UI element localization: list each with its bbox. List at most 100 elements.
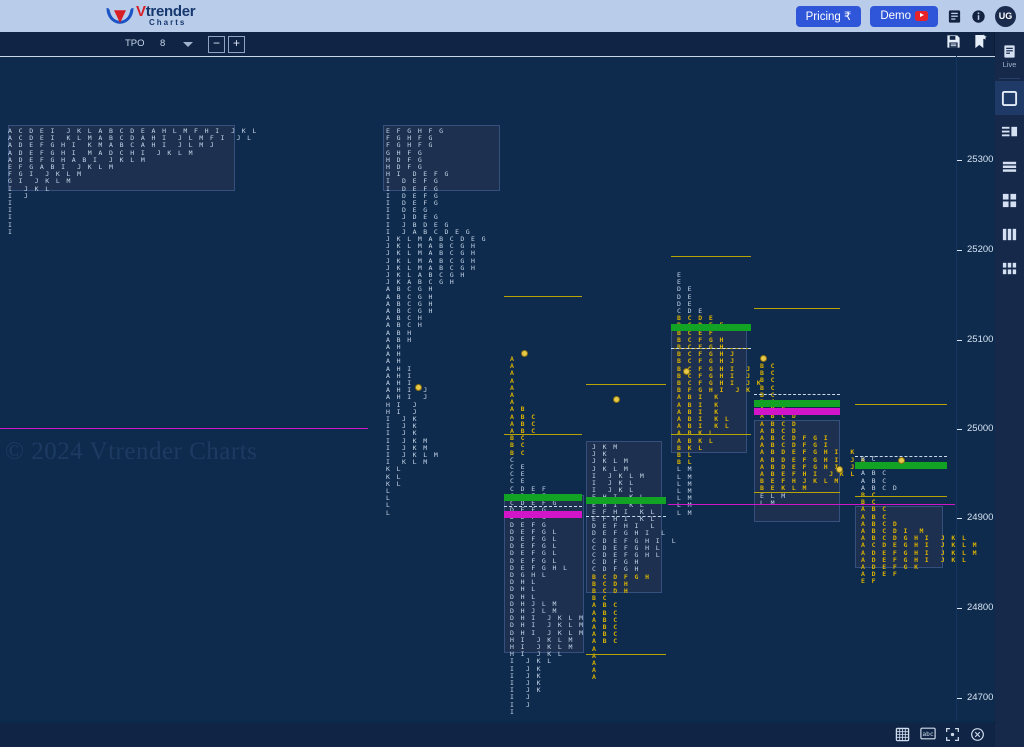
sidebar-divider [999,78,1020,79]
poc-marker [760,355,767,362]
crosshair-icon[interactable] [945,727,961,743]
sidebar-item-single-layout[interactable] [995,81,1024,115]
price-tick [957,698,962,699]
brand-logo[interactable]: Vtrender Charts [105,2,225,30]
poc-marker [683,368,690,375]
tpo-row: L [386,508,392,517]
chart-toolbar [0,32,995,57]
profile-range-line [671,256,751,257]
bottom-status-bar: abc [0,723,995,747]
tpo-row: I [8,227,14,236]
grid-icon[interactable] [895,727,911,743]
sidebar-item-grid4-layout[interactable] [995,183,1024,217]
settings-circle-icon[interactable] [970,727,986,743]
profile-range-line [504,296,582,297]
value-area-band-vah [586,497,666,504]
axis-tick [851,56,852,57]
price-tick [957,518,962,519]
poc-marker [836,466,843,473]
profile-range-line [754,308,840,309]
live-panel-icon [1004,44,1015,58]
price-tick [957,160,962,161]
tpo-value: 8 [160,38,166,49]
price-label-25300: 25300 [967,154,994,165]
columns3-layout-icon [1002,228,1017,240]
bookmark-icon[interactable] [973,34,988,51]
poc-reference-line-right [668,504,955,505]
grid6-layout-icon [1002,262,1017,274]
list-icon[interactable] [947,8,962,24]
price-axis[interactable]: 25300 25200 25100 25000 24900 24800 24700 [957,56,995,721]
app-root: Vtrender Charts Pricing ₹ Demo UG TPO 8 [0,0,1024,747]
avatar[interactable]: UG [995,5,1016,27]
profile-range-line [855,496,947,497]
axis-tick [585,56,586,57]
initial-balance-line [504,506,582,507]
poc-marker [613,396,620,403]
sidebar-item-columns3-layout[interactable] [995,217,1024,251]
split-layout-icon [1001,126,1018,136]
initial-balance-line [671,348,751,349]
value-area-band-vah [754,400,840,407]
chevron-down-icon[interactable] [183,42,193,47]
axis-tick [668,56,669,57]
watermark: © 2024 Vtrender Charts [5,438,258,465]
date-axis-line [0,56,995,57]
profile-range-line [586,654,666,655]
toolbar-right-actions [946,34,988,51]
initial-balance-line [754,394,840,395]
axis-tick [381,56,382,57]
tpo-row: A [592,673,598,682]
poc-reference-line-left [0,428,368,429]
chart-canvas[interactable]: 5D: 16-09...20-09-20245D: 23-09...27-09-… [0,56,995,721]
price-label-25000: 25000 [967,423,994,434]
sidebar-item-rows-layout[interactable] [995,149,1024,183]
price-label-24900: 24900 [967,512,994,523]
tpo-row: E F [861,577,877,586]
single-layout-icon [1001,90,1018,106]
save-icon[interactable] [946,34,961,51]
tpo-row: L M [677,508,693,517]
vtrender-logo-icon [106,8,134,24]
svg-text:abc: abc [922,731,933,738]
tpo-label: TPO [125,38,145,49]
profile-range-line [504,434,582,435]
demo-label: Demo [880,10,911,22]
pricing-label: Pricing ₹ [805,11,852,23]
price-tick [957,608,962,609]
profile-range-line [754,492,840,493]
sidebar-item-split-layout[interactable] [995,115,1024,149]
sidebar-item-live[interactable]: Live [995,32,1024,76]
value-area-band-poc [754,408,840,415]
abc-icon[interactable]: abc [920,727,936,743]
axis-tick [0,56,1,57]
profile-range-line [855,404,947,405]
value-area-band-vah [671,324,751,331]
youtube-icon [915,11,928,21]
sidebar-item-grid6-layout[interactable] [995,251,1024,285]
right-sidebar: Live [994,32,1024,747]
logo-v: V [136,3,146,20]
price-label-25100: 25100 [967,334,994,345]
zoom-in-button[interactable]: + [228,36,245,53]
axis-tick [233,56,234,57]
tpo-row: I [510,707,516,716]
demo-button[interactable]: Demo [870,5,938,27]
poc-marker [898,457,905,464]
price-tick [957,340,962,341]
initial-balance-line [586,516,666,517]
top-header: Vtrender Charts Pricing ₹ Demo UG [0,0,1024,32]
pricing-button[interactable]: Pricing ₹ [795,5,862,27]
price-label-24800: 24800 [967,602,994,613]
profile-range-line [671,434,751,435]
rows-layout-icon [1002,161,1017,172]
zoom-out-button[interactable]: − [208,36,225,53]
value-area-band-vah [504,494,582,501]
profile-range-line [586,384,666,385]
price-label-24700: 24700 [967,692,994,703]
grid4-layout-icon [1002,193,1017,207]
logo-subtitle: Charts [149,18,187,27]
price-tick [957,429,962,430]
info-icon[interactable] [971,8,986,24]
axis-tick [752,56,753,57]
